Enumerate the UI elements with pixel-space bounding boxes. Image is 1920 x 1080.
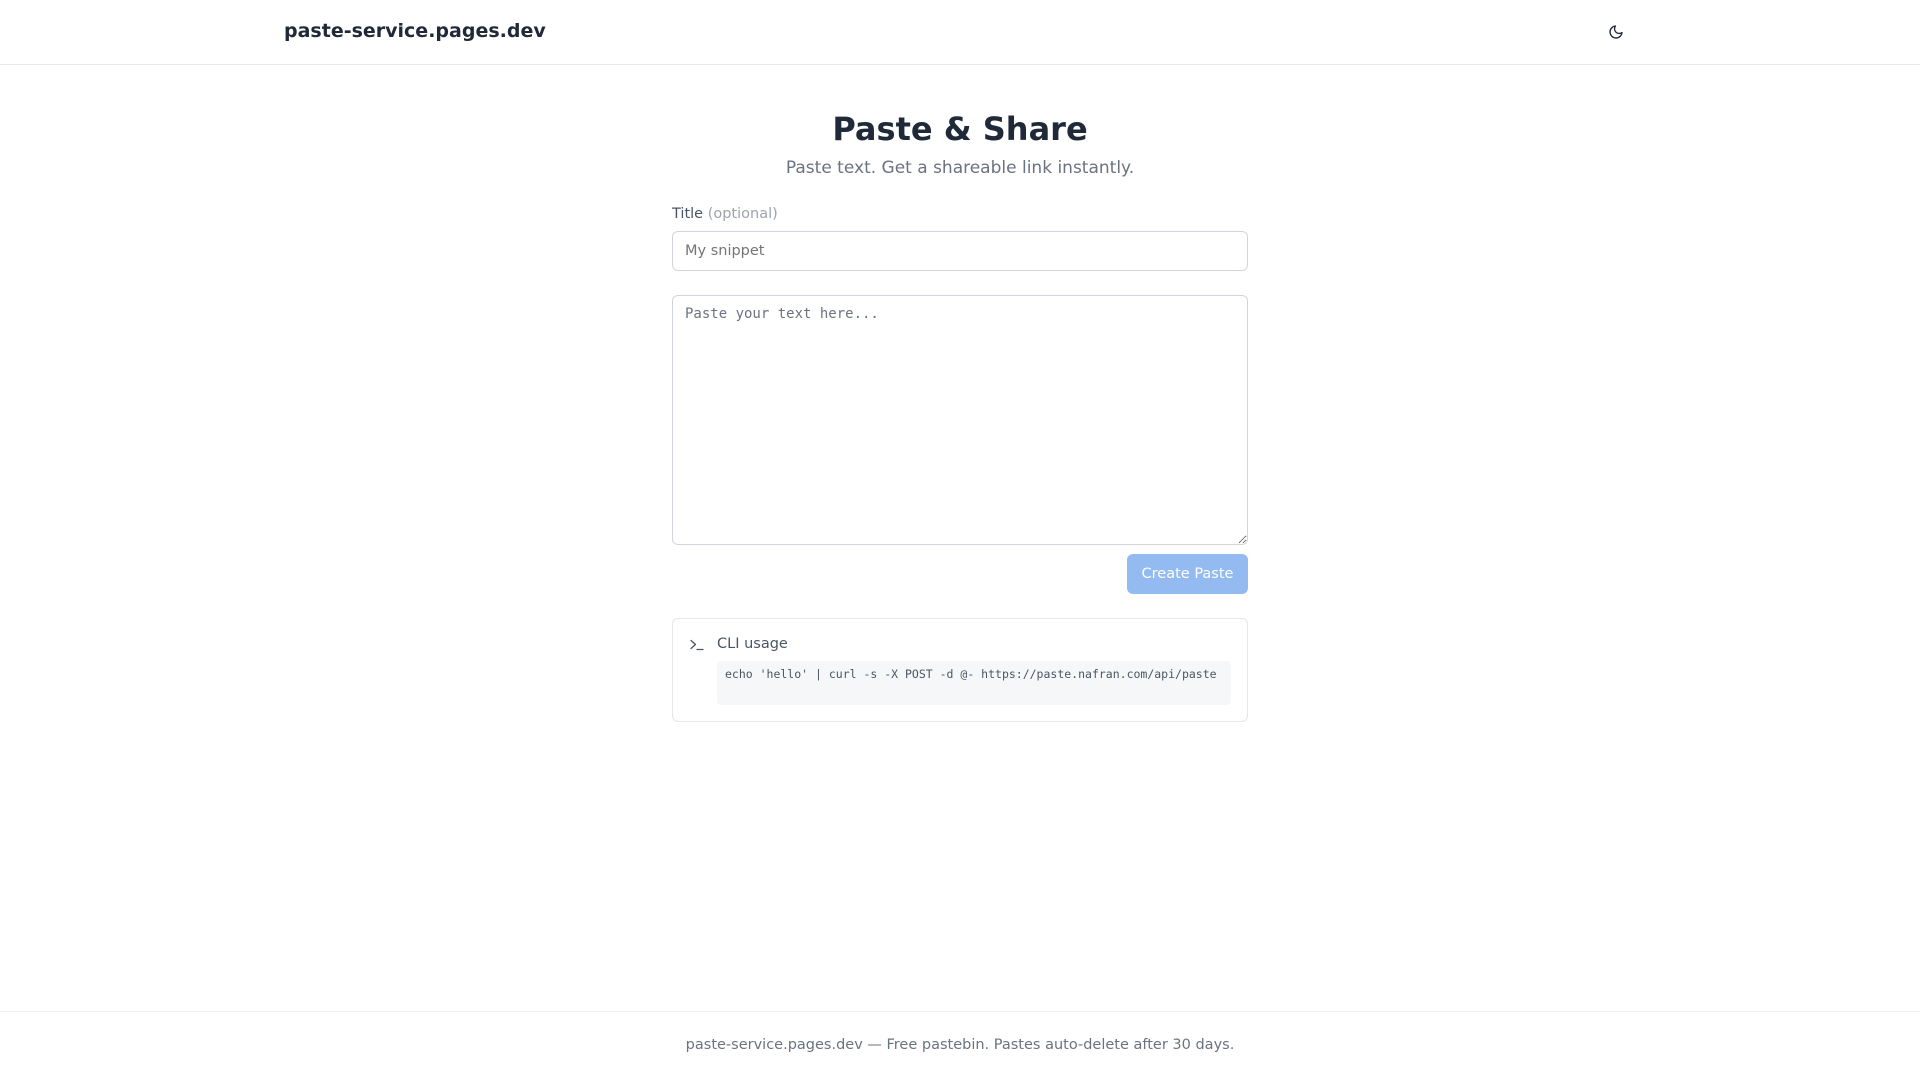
- paste-content-textarea[interactable]: [672, 295, 1248, 545]
- optional-hint: (optional): [707, 206, 778, 222]
- title-input[interactable]: [672, 231, 1248, 271]
- cli-command-code: echo 'hello' | curl -s -X POST -d @- htt…: [717, 661, 1231, 705]
- top-bar: paste-service.pages.dev: [0, 0, 1920, 65]
- moon-icon: [1609, 25, 1623, 39]
- terminal-icon: [690, 639, 704, 651]
- site-brand[interactable]: paste-service.pages.dev: [284, 20, 546, 42]
- page-footer: paste-service.pages.dev — Free pastebin.…: [0, 1011, 1920, 1080]
- footer-text: paste-service.pages.dev — Free pastebin.…: [685, 1037, 1235, 1053]
- cli-usage-card: CLI usage echo 'hello' | curl -s -X POST…: [672, 618, 1248, 722]
- title-field-label: Title (optional): [672, 206, 778, 222]
- theme-toggle-button[interactable]: [1598, 16, 1634, 48]
- title-label-text: Title: [672, 206, 704, 222]
- page-subtitle: Paste text. Get a shareable link instant…: [785, 158, 1135, 178]
- page-title: Paste & Share: [832, 110, 1088, 148]
- create-paste-button[interactable]: Create Paste: [1127, 554, 1248, 594]
- cli-usage-title: CLI usage: [717, 636, 788, 652]
